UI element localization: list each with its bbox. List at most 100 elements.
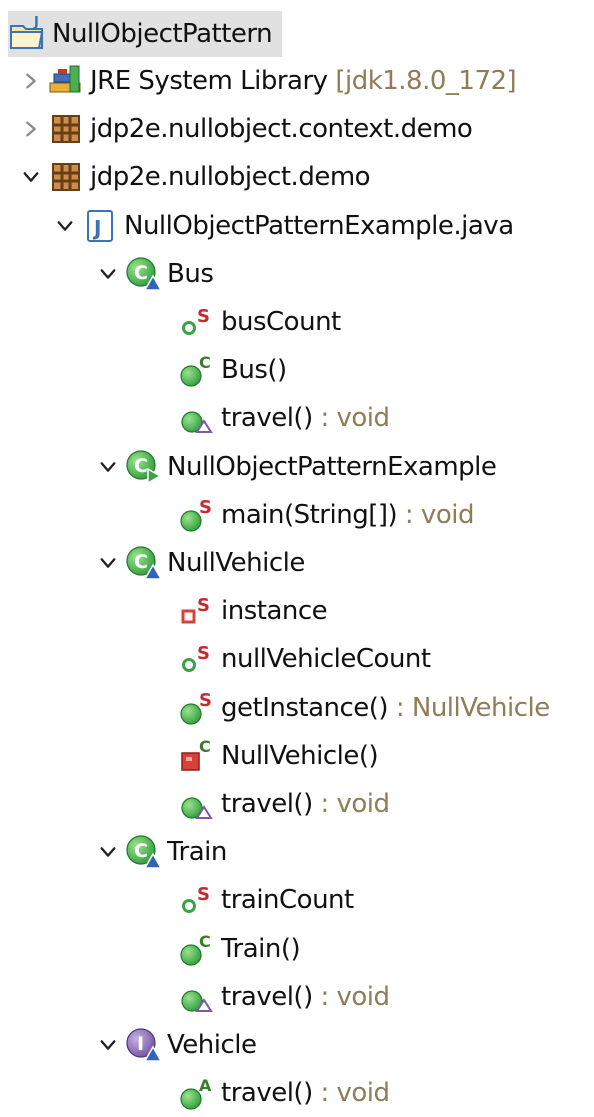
svg-text:S: S [199, 690, 211, 711]
tree-node-label: NullObjectPatternExample.java [124, 210, 514, 241]
tree-node-label: Bus() [221, 355, 287, 386]
svg-text:C: C [199, 737, 210, 756]
package-icon [46, 157, 86, 197]
tree-node-travel[interactable]: travel() : void [177, 780, 390, 828]
tree-node-instance[interactable]: Sinstance [177, 587, 328, 635]
chevron-down-icon[interactable] [93, 443, 123, 491]
tree-node-travel[interactable]: Atravel() : void [177, 1069, 390, 1117]
svg-text:C: C [199, 932, 210, 951]
tree-node-buscount[interactable]: SbusCount [177, 298, 341, 346]
svg-text:C: C [134, 455, 147, 477]
java-project-icon: J [8, 14, 48, 54]
java-file-icon: J [80, 206, 120, 246]
tree-node-label: jdp2e.nullobject.context.demo [90, 114, 473, 145]
tree-node-type-suffix: : NullVehicle [388, 692, 550, 723]
static-method-icon: S [177, 688, 217, 728]
tree-node-bus[interactable]: C Bus [93, 250, 214, 298]
tree-node-getinstance[interactable]: SgetInstance() : NullVehicle [177, 684, 550, 732]
tree-node-vehicle[interactable]: I Vehicle [93, 1021, 257, 1069]
tree-node-nullvehicle[interactable]: C NullVehicle [93, 539, 305, 587]
tree-node-label: travel() [221, 1078, 313, 1109]
tree-node-label: busCount [221, 307, 341, 337]
abstract-method-icon: A [177, 1073, 217, 1113]
svg-text:I: I [137, 1033, 144, 1055]
tree-node-label: main(String[]) [221, 499, 398, 530]
library-icon [46, 61, 86, 101]
chevron-down-icon[interactable] [93, 828, 123, 876]
svg-text:C: C [134, 551, 147, 573]
tree-node-jre-system-library[interactable]: JRE System Library [jdk1.8.0_172] [16, 57, 517, 105]
chevron-down-icon[interactable] [93, 539, 123, 587]
private-constructor-icon: C [177, 736, 217, 776]
tree-node-jdp2e-nullobject-context-demo[interactable]: jdp2e.nullobject.context.demo [16, 105, 473, 153]
tree-node-travel[interactable]: travel() : void [177, 394, 390, 442]
constructor-icon: C [177, 350, 217, 390]
tree-node-label: Train [167, 837, 227, 868]
svg-text:J: J [33, 15, 38, 30]
svg-text:S: S [197, 306, 209, 327]
tree-node-label: getInstance() [221, 692, 389, 723]
tree-node-label: Bus [167, 258, 214, 289]
chevron-right-icon[interactable] [16, 57, 46, 105]
svg-text:C: C [134, 262, 147, 284]
svg-text:S: S [197, 884, 209, 905]
tree-node-nullvehicle[interactable]: C NullVehicle() [177, 732, 379, 780]
chevron-down-icon[interactable] [16, 153, 46, 201]
tree-node-label: travel() [221, 403, 313, 434]
svg-text:S: S [199, 497, 211, 518]
tree-node-main-string[interactable]: Smain(String[]) : void [177, 491, 474, 539]
svg-text:C: C [199, 353, 210, 372]
override-method-icon [177, 398, 217, 438]
tree-node-bus[interactable]: C Bus() [177, 346, 287, 394]
tree-node-label: nullVehicleCount [221, 644, 431, 675]
chevron-down-icon[interactable] [93, 250, 123, 298]
tree-node-traincount[interactable]: StrainCount [177, 876, 354, 924]
chevron-down-icon[interactable] [93, 1021, 123, 1069]
static-field-icon: S [177, 639, 217, 679]
tree-node-type-suffix: : void [312, 1078, 390, 1109]
class-icon: C [123, 543, 163, 583]
tree-node-train[interactable]: C Train() [177, 925, 301, 973]
tree-node-label: Vehicle [167, 1030, 257, 1060]
tree-node-label: travel() [221, 789, 313, 819]
tree-node-nullobjectpatternexample-java[interactable]: J NullObjectPatternExample.java [50, 202, 514, 250]
chevron-right-icon[interactable] [16, 105, 46, 153]
static-field-icon: S [177, 302, 217, 342]
tree-node-label: instance [221, 596, 328, 627]
tree-node-label: Train() [221, 933, 301, 964]
svg-text:J: J [92, 216, 101, 240]
private-static-field-icon: S [177, 591, 217, 631]
svg-text:S: S [197, 595, 209, 616]
svg-text:A: A [199, 1076, 212, 1095]
project-label: NullObjectPattern [52, 19, 273, 49]
static-method-icon: S [177, 495, 217, 535]
override-method-icon [177, 784, 217, 824]
tree-node-type-suffix: : void [312, 403, 390, 434]
tree-node-nullvehiclecount[interactable]: SnullVehicleCount [177, 635, 431, 683]
tree-node-label: JRE System Library [90, 66, 328, 96]
override-method-icon [177, 977, 217, 1017]
svg-text:C: C [134, 840, 147, 862]
tree-node-label: jdp2e.nullobject.demo [90, 162, 371, 193]
tree-node-jdp2e-nullobject-demo[interactable]: jdp2e.nullobject.demo [16, 153, 371, 201]
tree-node-type-suffix: : void [312, 789, 390, 819]
class-icon: C [123, 254, 163, 294]
package-explorer-tree: J NullObjectPattern JRE System Library [… [0, 0, 594, 1110]
class-icon: C [123, 832, 163, 872]
tree-node-type-suffix: : void [397, 499, 475, 530]
static-field-icon: S [177, 880, 217, 920]
svg-text:S: S [197, 643, 209, 664]
project-node-nullobjectpattern[interactable]: J NullObjectPattern [8, 11, 283, 57]
tree-node-label: travel() [221, 981, 313, 1012]
tree-node-travel[interactable]: travel() : void [177, 973, 390, 1021]
interface-icon: I [123, 1025, 163, 1065]
package-icon [46, 109, 86, 149]
tree-node-label: NullObjectPatternExample [167, 451, 497, 482]
chevron-down-icon[interactable] [50, 202, 80, 250]
tree-node-label: trainCount [221, 885, 354, 916]
tree-node-label: NullVehicle() [221, 740, 379, 771]
tree-node-type-suffix: : void [312, 981, 390, 1012]
tree-node-train[interactable]: C Train [93, 828, 227, 876]
main-class-icon: C [123, 447, 163, 487]
tree-node-nullobjectpatternexample[interactable]: C NullObjectPatternExample [93, 443, 497, 491]
